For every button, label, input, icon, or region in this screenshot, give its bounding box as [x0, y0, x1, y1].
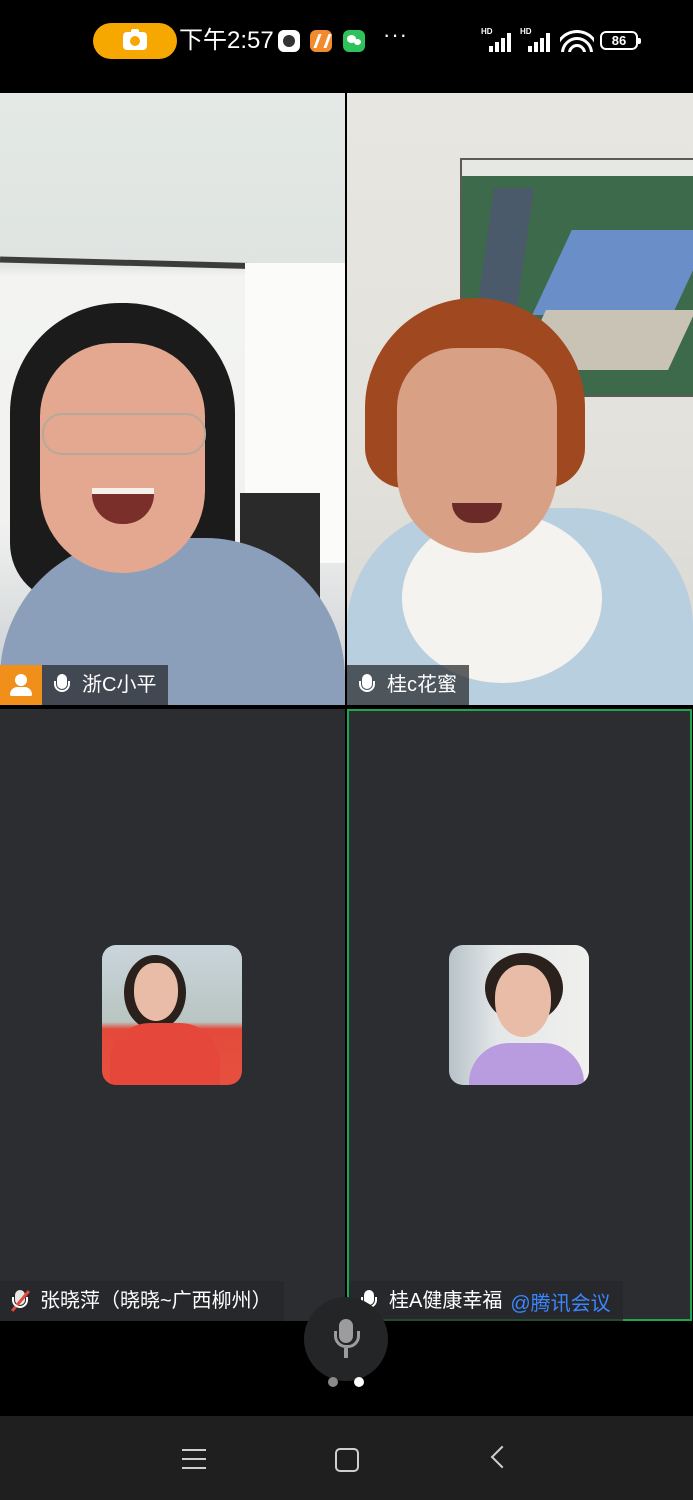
participant-avatar-tile[interactable] [0, 709, 345, 1321]
back-button[interactable] [490, 1445, 514, 1469]
notification-app-icon [278, 30, 300, 52]
page-indicator[interactable] [328, 1377, 368, 1387]
participant-name: 浙C小平 [82, 674, 157, 696]
signal-strength-icon: HD [481, 27, 515, 52]
participant-video [42, 413, 206, 455]
home-button[interactable] [335, 1448, 359, 1472]
participant-video [40, 343, 205, 573]
page-dot-active[interactable] [354, 1377, 364, 1387]
microphone-muted-icon [0, 1281, 40, 1321]
status-bar: 下午2:57 ··· HD HD 86 [0, 0, 693, 84]
participant-video-tile[interactable] [347, 93, 693, 705]
participant-name: 张晓萍（晓晓~广西柳州） [40, 1290, 272, 1312]
microphone-toggle-button[interactable] [304, 1297, 388, 1381]
signal-strength-icon: HD [520, 27, 554, 52]
status-time: 下午2:57 [179, 27, 274, 54]
system-navigation-bar [0, 1416, 693, 1500]
hd-label: HD [520, 27, 532, 36]
host-icon [0, 665, 42, 705]
participant-app-tag: @腾讯会议 [510, 1292, 611, 1315]
page-dot[interactable] [328, 1377, 338, 1387]
participant-namebar: 桂c花蜜 [347, 665, 469, 705]
participant-namebar: 桂A健康幸福 @腾讯会议 [349, 1281, 623, 1321]
participant-namebar: 浙C小平 [0, 665, 169, 705]
hd-label: HD [481, 27, 493, 36]
microphone-icon [42, 665, 82, 705]
camera-icon [123, 29, 147, 50]
notification-app-icon-orange [310, 30, 332, 52]
participant-name: 桂A健康幸福 [389, 1290, 503, 1312]
microphone-icon [347, 665, 387, 705]
more-notifications-icon: ··· [383, 22, 408, 47]
participant-avatar [102, 945, 242, 1085]
participant-video-tile[interactable] [0, 93, 345, 705]
battery-icon: 86 [600, 31, 641, 50]
participant-namebar: 张晓萍（晓晓~广西柳州） [0, 1281, 284, 1321]
wechat-icon [343, 30, 365, 52]
screen-recording-indicator[interactable] [93, 23, 177, 59]
recent-apps-button[interactable] [182, 1449, 206, 1469]
wifi-icon [560, 28, 594, 52]
participant-name: 桂c花蜜 [387, 674, 457, 696]
participant-avatar-tile-active-speaker[interactable] [347, 709, 692, 1321]
participant-avatar [449, 945, 589, 1085]
